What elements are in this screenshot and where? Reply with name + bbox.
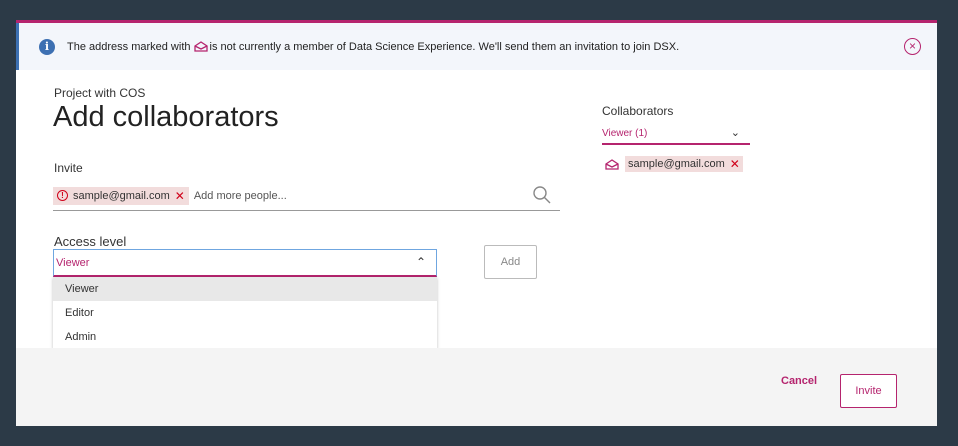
collaborators-label: Collaborators [602,104,674,118]
collaborators-filter-value: Viewer (1) [602,127,648,139]
banner-text-before: The address marked with [67,40,191,53]
cancel-button[interactable]: Cancel [781,375,817,387]
access-level-options: Viewer Editor Admin [53,277,437,349]
banner-text-after: is not currently a member of Data Scienc… [209,40,680,53]
info-banner: i The address marked with is not current… [16,23,937,70]
option-admin[interactable]: Admin [53,325,437,349]
remove-collaborator-icon[interactable]: ✕ [730,157,740,171]
pending-invite-icon [193,41,208,52]
info-icon: i [39,38,55,55]
collaborators-filter[interactable]: Viewer (1) ⌄ [602,123,750,145]
invite-field[interactable]: ! sample@gmail.com ✕ [53,181,560,211]
pending-invite-icon [605,158,619,170]
collaborator-chip: sample@gmail.com ✕ [625,156,743,172]
close-circle-icon[interactable]: × [904,38,921,55]
chevron-down-icon: ⌄ [730,127,740,139]
collaborator-email: sample@gmail.com [628,158,725,170]
page-title: Add collaborators [53,101,279,133]
invite-label: Invite [54,161,83,175]
search-icon[interactable] [532,185,552,205]
access-level-select[interactable]: Viewer ⌃ [53,249,437,277]
add-people-input[interactable] [193,189,494,202]
access-level-label: Access level [54,234,127,249]
chevron-up-icon: ⌃ [415,255,426,269]
add-collaborators-modal: i The address marked with is not current… [16,20,937,426]
modal-footer: Cancel Invite [16,348,937,426]
banner-message: The address marked with is not currently… [67,41,679,53]
warning-icon: ! [57,190,68,201]
add-button[interactable]: Add [484,245,537,279]
remove-chip-icon[interactable]: ✕ [175,189,185,203]
project-name: Project with COS [54,86,146,100]
collaborator-item: sample@gmail.com ✕ [602,156,743,172]
invitee-chip[interactable]: ! sample@gmail.com ✕ [53,186,189,205]
access-level-value: Viewer [56,256,90,269]
option-editor[interactable]: Editor [53,301,437,325]
option-viewer[interactable]: Viewer [53,277,437,301]
invitee-email: sample@gmail.com [73,189,170,202]
invite-button[interactable]: Invite [840,374,897,408]
